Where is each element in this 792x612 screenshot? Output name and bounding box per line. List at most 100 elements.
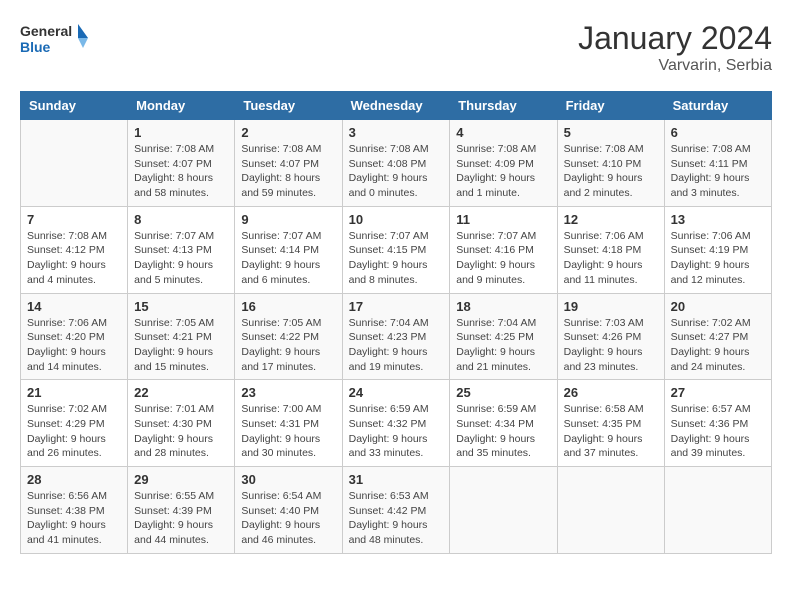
day-info: Sunrise: 7:01 AM Sunset: 4:30 PM Dayligh…: [134, 402, 228, 461]
svg-text:Blue: Blue: [20, 39, 51, 55]
day-info: Sunrise: 7:05 AM Sunset: 4:21 PM Dayligh…: [134, 316, 228, 375]
svg-text:General: General: [20, 23, 72, 39]
calendar-header-sunday: Sunday: [21, 92, 128, 120]
day-number: 20: [671, 299, 765, 314]
page-title: January 2024: [578, 20, 772, 57]
calendar-cell: 23 Sunrise: 7:00 AM Sunset: 4:31 PM Dayli…: [235, 380, 342, 467]
day-info: Sunrise: 7:03 AM Sunset: 4:26 PM Dayligh…: [564, 316, 658, 375]
day-number: 3: [349, 125, 444, 140]
day-info: Sunrise: 7:02 AM Sunset: 4:29 PM Dayligh…: [27, 402, 121, 461]
day-number: 18: [456, 299, 550, 314]
day-number: 23: [241, 385, 335, 400]
calendar-header-tuesday: Tuesday: [235, 92, 342, 120]
calendar-cell: 12 Sunrise: 7:06 AM Sunset: 4:18 PM Dayli…: [557, 206, 664, 293]
calendar-week-2: 14Sunrise: 7:06 AM Sunset: 4:20 PM Dayli…: [21, 293, 772, 380]
calendar-header: SundayMondayTuesdayWednesdayThursdayFrid…: [21, 92, 772, 120]
day-number: 8: [134, 212, 228, 227]
calendar-cell: 11 Sunrise: 7:07 AM Sunset: 4:16 PM Dayli…: [450, 206, 557, 293]
day-number: 25: [456, 385, 550, 400]
calendar-cell: [450, 467, 557, 554]
day-info: Sunrise: 7:07 AM Sunset: 4:13 PM Dayligh…: [134, 229, 228, 288]
calendar-cell: 10Sunrise: 7:07 AM Sunset: 4:15 PM Dayli…: [342, 206, 450, 293]
calendar-cell: 30 Sunrise: 6:54 AM Sunset: 4:40 PM Dayli…: [235, 467, 342, 554]
calendar-cell: 29 Sunrise: 6:55 AM Sunset: 4:39 PM Dayli…: [128, 467, 235, 554]
day-info: Sunrise: 7:07 AM Sunset: 4:16 PM Dayligh…: [456, 229, 550, 288]
day-number: 12: [564, 212, 658, 227]
day-info: Sunrise: 7:08 AM Sunset: 4:10 PM Dayligh…: [564, 142, 658, 201]
day-info: Sunrise: 7:07 AM Sunset: 4:14 PM Dayligh…: [241, 229, 335, 288]
day-number: 14: [27, 299, 121, 314]
calendar-cell: 26 Sunrise: 6:58 AM Sunset: 4:35 PM Dayli…: [557, 380, 664, 467]
day-info: Sunrise: 6:57 AM Sunset: 4:36 PM Dayligh…: [671, 402, 765, 461]
day-number: 30: [241, 472, 335, 487]
calendar-body: 1 Sunrise: 7:08 AM Sunset: 4:07 PM Daylig…: [21, 120, 772, 554]
day-number: 19: [564, 299, 658, 314]
day-number: 26: [564, 385, 658, 400]
calendar-cell: 21 Sunrise: 7:02 AM Sunset: 4:29 PM Dayli…: [21, 380, 128, 467]
calendar-cell: [21, 120, 128, 207]
day-info: Sunrise: 6:53 AM Sunset: 4:42 PM Dayligh…: [349, 489, 444, 548]
day-number: 9: [241, 212, 335, 227]
calendar-cell: 8 Sunrise: 7:07 AM Sunset: 4:13 PM Daylig…: [128, 206, 235, 293]
calendar-header-row: SundayMondayTuesdayWednesdayThursdayFrid…: [21, 92, 772, 120]
day-number: 28: [27, 472, 121, 487]
day-number: 31: [349, 472, 444, 487]
day-info: Sunrise: 7:08 AM Sunset: 4:07 PM Dayligh…: [134, 142, 228, 201]
day-info: Sunrise: 6:56 AM Sunset: 4:38 PM Dayligh…: [27, 489, 121, 548]
page-subtitle: Varvarin, Serbia: [578, 57, 772, 75]
day-number: 2: [241, 125, 335, 140]
calendar-cell: 28 Sunrise: 6:56 AM Sunset: 4:38 PM Dayli…: [21, 467, 128, 554]
calendar-cell: 22 Sunrise: 7:01 AM Sunset: 4:30 PM Dayli…: [128, 380, 235, 467]
calendar-cell: 7Sunrise: 7:08 AM Sunset: 4:12 PM Daylig…: [21, 206, 128, 293]
calendar-cell: [664, 467, 771, 554]
day-number: 1: [134, 125, 228, 140]
day-info: Sunrise: 7:08 AM Sunset: 4:11 PM Dayligh…: [671, 142, 765, 201]
day-info: Sunrise: 6:58 AM Sunset: 4:35 PM Dayligh…: [564, 402, 658, 461]
day-info: Sunrise: 6:54 AM Sunset: 4:40 PM Dayligh…: [241, 489, 335, 548]
day-info: Sunrise: 7:06 AM Sunset: 4:18 PM Dayligh…: [564, 229, 658, 288]
day-info: Sunrise: 7:04 AM Sunset: 4:23 PM Dayligh…: [349, 316, 444, 375]
day-info: Sunrise: 7:00 AM Sunset: 4:31 PM Dayligh…: [241, 402, 335, 461]
day-number: 27: [671, 385, 765, 400]
day-info: Sunrise: 6:55 AM Sunset: 4:39 PM Dayligh…: [134, 489, 228, 548]
calendar-cell: 31 Sunrise: 6:53 AM Sunset: 4:42 PM Dayli…: [342, 467, 450, 554]
page-header: General Blue January 2024 Varvarin, Serb…: [20, 20, 772, 75]
calendar-table: SundayMondayTuesdayWednesdayThursdayFrid…: [20, 91, 772, 554]
calendar-cell: 25 Sunrise: 6:59 AM Sunset: 4:34 PM Dayli…: [450, 380, 557, 467]
day-number: 7: [27, 212, 121, 227]
day-number: 5: [564, 125, 658, 140]
calendar-cell: 19 Sunrise: 7:03 AM Sunset: 4:26 PM Dayli…: [557, 293, 664, 380]
calendar-cell: [557, 467, 664, 554]
calendar-cell: 14Sunrise: 7:06 AM Sunset: 4:20 PM Dayli…: [21, 293, 128, 380]
calendar-week-1: 7Sunrise: 7:08 AM Sunset: 4:12 PM Daylig…: [21, 206, 772, 293]
day-info: Sunrise: 7:04 AM Sunset: 4:25 PM Dayligh…: [456, 316, 550, 375]
day-info: Sunrise: 7:07 AM Sunset: 4:15 PM Dayligh…: [349, 229, 444, 288]
calendar-header-friday: Friday: [557, 92, 664, 120]
calendar-cell: 15Sunrise: 7:05 AM Sunset: 4:21 PM Dayli…: [128, 293, 235, 380]
logo: General Blue: [20, 20, 90, 60]
calendar-cell: 24Sunrise: 6:59 AM Sunset: 4:32 PM Dayli…: [342, 380, 450, 467]
calendar-cell: 16Sunrise: 7:05 AM Sunset: 4:22 PM Dayli…: [235, 293, 342, 380]
day-info: Sunrise: 7:02 AM Sunset: 4:27 PM Dayligh…: [671, 316, 765, 375]
calendar-header-thursday: Thursday: [450, 92, 557, 120]
day-number: 21: [27, 385, 121, 400]
day-info: Sunrise: 6:59 AM Sunset: 4:34 PM Dayligh…: [456, 402, 550, 461]
calendar-cell: 18 Sunrise: 7:04 AM Sunset: 4:25 PM Dayli…: [450, 293, 557, 380]
calendar-cell: 5 Sunrise: 7:08 AM Sunset: 4:10 PM Daylig…: [557, 120, 664, 207]
day-info: Sunrise: 7:08 AM Sunset: 4:08 PM Dayligh…: [349, 142, 444, 201]
day-info: Sunrise: 7:06 AM Sunset: 4:19 PM Dayligh…: [671, 229, 765, 288]
day-number: 29: [134, 472, 228, 487]
day-info: Sunrise: 7:08 AM Sunset: 4:07 PM Dayligh…: [241, 142, 335, 201]
calendar-cell: 4Sunrise: 7:08 AM Sunset: 4:09 PM Daylig…: [450, 120, 557, 207]
day-number: 11: [456, 212, 550, 227]
calendar-header-wednesday: Wednesday: [342, 92, 450, 120]
calendar-week-3: 21 Sunrise: 7:02 AM Sunset: 4:29 PM Dayli…: [21, 380, 772, 467]
calendar-cell: 9 Sunrise: 7:07 AM Sunset: 4:14 PM Daylig…: [235, 206, 342, 293]
day-number: 4: [456, 125, 550, 140]
calendar-cell: 2 Sunrise: 7:08 AM Sunset: 4:07 PM Daylig…: [235, 120, 342, 207]
day-number: 22: [134, 385, 228, 400]
calendar-cell: 3 Sunrise: 7:08 AM Sunset: 4:08 PM Daylig…: [342, 120, 450, 207]
day-number: 6: [671, 125, 765, 140]
title-block: January 2024 Varvarin, Serbia: [578, 20, 772, 75]
calendar-cell: 13Sunrise: 7:06 AM Sunset: 4:19 PM Dayli…: [664, 206, 771, 293]
